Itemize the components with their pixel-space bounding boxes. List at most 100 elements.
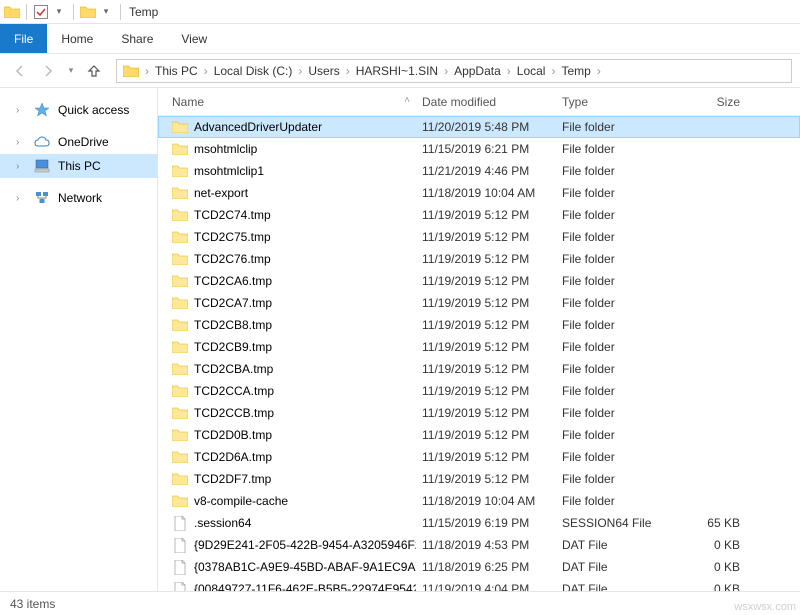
file-date: 11/19/2019 5:12 PM — [416, 208, 556, 222]
file-row[interactable]: TCD2D0B.tmp11/19/2019 5:12 PMFile folder — [158, 424, 800, 446]
file-date: 11/19/2019 5:12 PM — [416, 428, 556, 442]
file-row[interactable]: TCD2CA7.tmp11/19/2019 5:12 PMFile folder — [158, 292, 800, 314]
chevron-right-icon[interactable]: › — [143, 64, 151, 78]
breadcrumb-segment[interactable]: HARSHI~1.SIN — [352, 64, 442, 78]
folder-icon — [172, 141, 188, 157]
file-name: TCD2CA7.tmp — [194, 296, 272, 310]
file-name: TCD2C76.tmp — [194, 252, 271, 266]
file-date: 11/19/2019 5:12 PM — [416, 252, 556, 266]
breadcrumb-segment[interactable]: Temp — [557, 64, 594, 78]
chevron-right-icon[interactable]: › — [16, 105, 26, 116]
breadcrumb-segment[interactable]: Local Disk (C:) — [210, 64, 297, 78]
file-row[interactable]: {00849727-11F6-462E-B5B5-22974E9542E...1… — [158, 578, 800, 591]
title-bar: ▾ ▾ Temp — [0, 0, 800, 24]
file-row[interactable]: TCD2CA6.tmp11/19/2019 5:12 PMFile folder — [158, 270, 800, 292]
column-header-size[interactable]: Size — [676, 95, 746, 109]
tab-home[interactable]: Home — [47, 24, 107, 53]
folder-icon — [172, 405, 188, 421]
file-row[interactable]: TCD2CCA.tmp11/19/2019 5:12 PMFile folder — [158, 380, 800, 402]
recent-dropdown-icon[interactable]: ▾ — [64, 59, 78, 83]
chevron-right-icon[interactable]: › — [16, 161, 26, 172]
sidebar-item-this-pc[interactable]: ›This PC — [0, 154, 157, 178]
file-name: {9D29E241-2F05-422B-9454-A3205946F22... — [194, 538, 416, 552]
folder-icon — [172, 207, 188, 223]
file-size: 0 KB — [676, 560, 746, 574]
sidebar-item-quick-access[interactable]: ›Quick access — [0, 98, 157, 122]
file-row[interactable]: TCD2D6A.tmp11/19/2019 5:12 PMFile folder — [158, 446, 800, 468]
file-type: File folder — [556, 406, 676, 420]
column-headers: Name˄ Date modified Type Size — [158, 88, 800, 116]
file-row[interactable]: TCD2C75.tmp11/19/2019 5:12 PMFile folder — [158, 226, 800, 248]
folder-icon — [172, 163, 188, 179]
forward-button[interactable] — [36, 59, 60, 83]
qat-overflow-icon[interactable]: ▾ — [98, 4, 114, 20]
file-type: File folder — [556, 208, 676, 222]
up-button[interactable] — [82, 59, 106, 83]
chevron-right-icon[interactable]: › — [16, 137, 26, 148]
breadcrumb-segment[interactable]: AppData — [450, 64, 505, 78]
breadcrumb-segment[interactable]: Users — [304, 64, 343, 78]
file-type: File folder — [556, 186, 676, 200]
chevron-right-icon[interactable]: › — [16, 193, 26, 204]
column-header-name[interactable]: Name˄ — [166, 95, 416, 109]
chevron-right-icon[interactable]: › — [505, 64, 513, 78]
star-icon — [34, 102, 50, 118]
folder-icon — [172, 119, 188, 135]
file-date: 11/15/2019 6:19 PM — [416, 516, 556, 530]
file-date: 11/19/2019 5:12 PM — [416, 296, 556, 310]
file-date: 11/19/2019 5:12 PM — [416, 362, 556, 376]
breadcrumb-segment[interactable]: Local — [513, 64, 550, 78]
pc-icon — [34, 158, 50, 174]
folder-icon — [172, 427, 188, 443]
sidebar-item-onedrive[interactable]: ›OneDrive — [0, 130, 157, 154]
qat-dropdown-icon[interactable]: ▾ — [51, 4, 67, 20]
file-type: File folder — [556, 494, 676, 508]
tab-view[interactable]: View — [167, 24, 221, 53]
file-row[interactable]: v8-compile-cache11/18/2019 10:04 AMFile … — [158, 490, 800, 512]
file-name: msohtmlclip — [194, 142, 257, 156]
file-name: TCD2D0B.tmp — [194, 428, 272, 442]
file-row[interactable]: {9D29E241-2F05-422B-9454-A3205946F22...1… — [158, 534, 800, 556]
cloud-icon — [34, 134, 50, 150]
file-row[interactable]: TCD2CCB.tmp11/19/2019 5:12 PMFile folder — [158, 402, 800, 424]
file-row[interactable]: AdvancedDriverUpdater11/20/2019 5:48 PMF… — [158, 116, 800, 138]
breadcrumb-segment[interactable]: This PC — [151, 64, 202, 78]
file-row[interactable]: TCD2C76.tmp11/19/2019 5:12 PMFile folder — [158, 248, 800, 270]
file-row[interactable]: TCD2C74.tmp11/19/2019 5:12 PMFile folder — [158, 204, 800, 226]
file-row[interactable]: TCD2CB9.tmp11/19/2019 5:12 PMFile folder — [158, 336, 800, 358]
file-date: 11/19/2019 5:12 PM — [416, 340, 556, 354]
tab-file[interactable]: File — [0, 24, 47, 53]
file-row[interactable]: TCD2DF7.tmp11/19/2019 5:12 PMFile folder — [158, 468, 800, 490]
file-row[interactable]: msohtmlclip111/21/2019 4:46 PMFile folde… — [158, 160, 800, 182]
chevron-right-icon[interactable]: › — [442, 64, 450, 78]
file-name: net-export — [194, 186, 248, 200]
file-date: 11/19/2019 4:04 PM — [416, 582, 556, 591]
file-row[interactable]: TCD2CB8.tmp11/19/2019 5:12 PMFile folder — [158, 314, 800, 336]
sidebar-item-network[interactable]: › Network — [0, 186, 157, 210]
file-type: File folder — [556, 384, 676, 398]
address-bar[interactable]: › This PC›Local Disk (C:)›Users›HARSHI~1… — [116, 59, 792, 83]
file-name: TCD2CB8.tmp — [194, 318, 272, 332]
file-row[interactable]: .session6411/15/2019 6:19 PMSESSION64 Fi… — [158, 512, 800, 534]
chevron-right-icon[interactable]: › — [344, 64, 352, 78]
file-row[interactable]: net-export11/18/2019 10:04 AMFile folder — [158, 182, 800, 204]
column-header-date[interactable]: Date modified — [416, 95, 556, 109]
column-header-type[interactable]: Type — [556, 95, 676, 109]
file-list[interactable]: AdvancedDriverUpdater11/20/2019 5:48 PMF… — [158, 116, 800, 591]
file-date: 11/18/2019 4:53 PM — [416, 538, 556, 552]
file-row[interactable]: {0378AB1C-A9E9-45BD-ABAF-9A1EC9AF...11/1… — [158, 556, 800, 578]
tab-share[interactable]: Share — [107, 24, 167, 53]
file-row[interactable]: TCD2CBA.tmp11/19/2019 5:12 PMFile folder — [158, 358, 800, 380]
file-name: TCD2CA6.tmp — [194, 274, 272, 288]
chevron-right-icon[interactable]: › — [595, 64, 603, 78]
properties-checkbox-icon[interactable] — [33, 4, 49, 20]
back-button[interactable] — [8, 59, 32, 83]
net-icon — [34, 190, 50, 206]
file-date: 11/15/2019 6:21 PM — [416, 142, 556, 156]
sidebar-item-label: Network — [58, 191, 102, 205]
file-type: File folder — [556, 472, 676, 486]
chevron-right-icon[interactable]: › — [202, 64, 210, 78]
file-date: 11/21/2019 4:46 PM — [416, 164, 556, 178]
file-row[interactable]: msohtmlclip11/15/2019 6:21 PMFile folder — [158, 138, 800, 160]
ribbon: File Home Share View — [0, 24, 800, 54]
